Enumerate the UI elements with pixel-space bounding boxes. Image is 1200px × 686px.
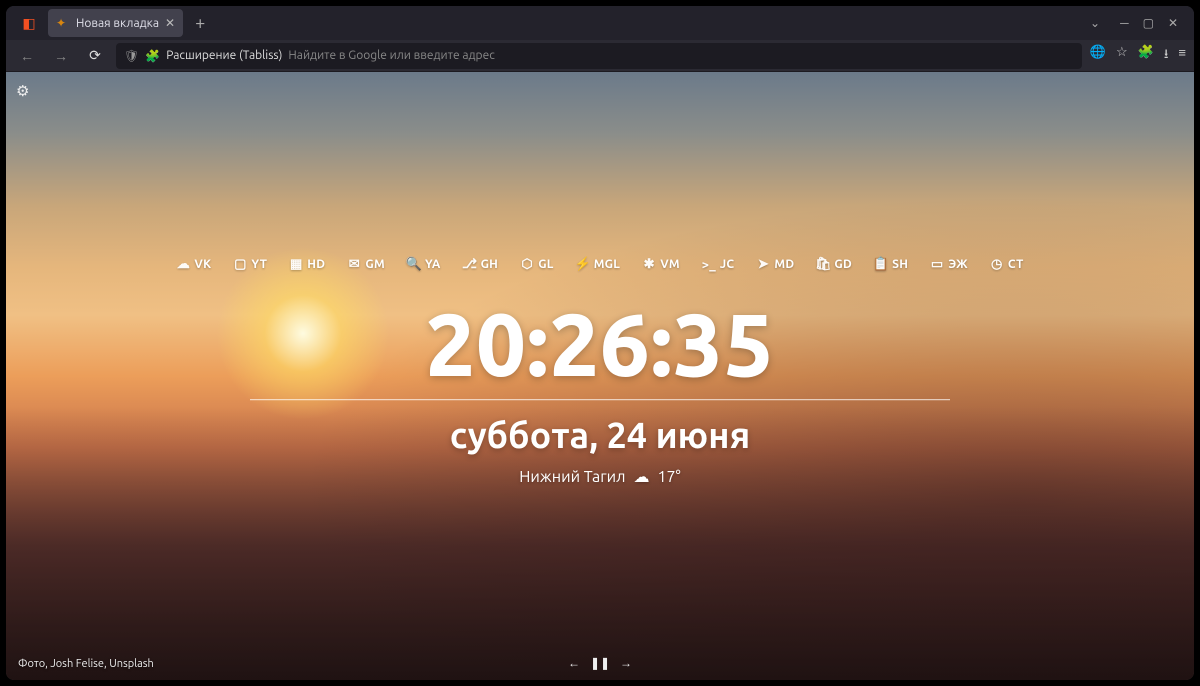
- grid-icon: ▦: [289, 257, 303, 272]
- tab-title: Новая вкладка: [76, 17, 159, 30]
- new-tab-content: ⚙ ☁ VK ▢ YT ▦ HD ✉ GM 🔍 YA ⎇ GH ⬡ GL ⚡ MGL ✱ VM >_ JC ➤ MD 🛍 GD…: [6, 72, 1194, 680]
- quick-link-label: GL: [538, 258, 554, 271]
- quick-link-label: VM: [660, 258, 680, 271]
- divider: [250, 399, 950, 400]
- quick-link-эж[interactable]: ▭ ЭЖ: [930, 257, 968, 272]
- date-display: суббота, 24 июня: [450, 414, 750, 455]
- book-icon: ▭: [930, 257, 944, 272]
- tab-bar: ◧ ✦ Новая вкладка ✕ + ⌄ ─ ▢ ✕: [6, 6, 1194, 40]
- clock-icon: ◷: [990, 257, 1004, 272]
- play-icon: ▢: [233, 257, 247, 272]
- quick-link-hd[interactable]: ▦ HD: [289, 257, 325, 272]
- back-button[interactable]: ←: [14, 48, 40, 64]
- extensions-icon[interactable]: 🧩: [1138, 45, 1154, 67]
- weather-temp: 17°: [658, 468, 681, 486]
- weather-cloud-icon: ☁: [634, 467, 650, 486]
- quick-link-label: YT: [251, 258, 267, 271]
- tab-overflow: ⌄: [1080, 16, 1110, 30]
- translate-icon[interactable]: 🌐: [1090, 45, 1106, 67]
- weather-location: Нижний Тагил: [519, 468, 625, 486]
- quick-link-jc[interactable]: >_ JC: [702, 257, 735, 272]
- clock-display: 20:26:35: [425, 294, 774, 393]
- app-icon: ◧: [18, 12, 40, 34]
- quick-link-md[interactable]: ➤ MD: [756, 257, 794, 272]
- quick-link-label: MD: [774, 258, 794, 271]
- new-tab-button[interactable]: +: [185, 13, 215, 33]
- search-icon: 🔍: [407, 257, 421, 272]
- github-icon: ⎇: [463, 257, 477, 272]
- close-window-button[interactable]: ✕: [1168, 16, 1178, 30]
- term-icon: >_: [702, 258, 716, 272]
- background-controls: ← ❚❚ →: [568, 656, 632, 670]
- quick-link-ya[interactable]: 🔍 YA: [407, 257, 441, 272]
- bookmark-star-icon[interactable]: ☆: [1116, 45, 1128, 67]
- quick-link-yt[interactable]: ▢ YT: [233, 257, 267, 272]
- quick-link-label: CT: [1008, 258, 1024, 271]
- send-icon: ➤: [756, 257, 770, 272]
- quick-link-gm[interactable]: ✉ GM: [347, 257, 385, 272]
- quick-link-label: ЭЖ: [948, 258, 968, 271]
- minimize-button[interactable]: ─: [1120, 16, 1129, 30]
- photo-credit: Фото, Josh Felise, Unsplash: [18, 658, 154, 670]
- toolbar: ← → ⟳ 🛡 🧩 Расширение (Tabliss) Найдите в…: [6, 40, 1194, 72]
- forward-button[interactable]: →: [48, 48, 74, 64]
- quick-link-gl[interactable]: ⬡ GL: [520, 257, 554, 272]
- next-background-icon[interactable]: →: [620, 656, 632, 670]
- quick-links-row: ☁ VK ▢ YT ▦ HD ✉ GM 🔍 YA ⎇ GH ⬡ GL ⚡ MGL ✱ VM >_ JC ➤ MD 🛍 GD 📋 S…: [176, 257, 1023, 272]
- reload-button[interactable]: ⟳: [82, 47, 108, 64]
- quick-link-gd[interactable]: 🛍 GD: [816, 257, 852, 272]
- menu-icon[interactable]: ≡: [1178, 45, 1186, 67]
- gitlab-icon: ⬡: [520, 257, 534, 272]
- quick-link-mgl[interactable]: ⚡ MGL: [576, 257, 620, 272]
- mail-icon: ✉: [347, 257, 361, 272]
- quick-link-label: VK: [194, 258, 211, 271]
- cloud-icon: ☁: [176, 257, 190, 272]
- quick-link-label: GM: [365, 258, 385, 271]
- quick-link-label: GD: [834, 258, 852, 271]
- quick-link-sh[interactable]: 📋 SH: [874, 257, 908, 272]
- pause-background-icon[interactable]: ❚❚: [590, 656, 610, 670]
- tab-favicon-icon: ✦: [56, 16, 70, 30]
- quick-link-label: MGL: [594, 258, 620, 271]
- maximize-button[interactable]: ▢: [1143, 16, 1154, 30]
- quick-link-label: GH: [481, 258, 499, 271]
- quick-link-vm[interactable]: ✱ VM: [642, 257, 680, 272]
- slack-icon: ✱: [642, 257, 656, 272]
- address-bar[interactable]: 🛡 🧩 Расширение (Tabliss) Найдите в Googl…: [116, 43, 1082, 69]
- clip-icon: 📋: [874, 257, 888, 272]
- tab-list-chevron-icon[interactable]: ⌄: [1090, 16, 1100, 30]
- prev-background-icon[interactable]: ←: [568, 656, 580, 670]
- shield-icon[interactable]: 🛡: [124, 49, 139, 63]
- extension-icon: 🧩: [145, 49, 160, 63]
- browser-tab[interactable]: ✦ Новая вкладка ✕: [48, 9, 183, 37]
- quick-link-gh[interactable]: ⎇ GH: [463, 257, 499, 272]
- settings-gear-icon[interactable]: ⚙: [16, 82, 29, 100]
- quick-link-ct[interactable]: ◷ CT: [990, 257, 1024, 272]
- extension-label: Расширение (Tabliss): [166, 49, 282, 62]
- quick-link-label: SH: [892, 258, 908, 271]
- quick-link-label: YA: [425, 258, 441, 271]
- weather-display: Нижний Тагил ☁ 17°: [519, 467, 680, 486]
- bag-icon: 🛍: [816, 257, 830, 272]
- quick-link-label: HD: [307, 258, 325, 271]
- downloads-icon[interactable]: ⭳: [1164, 45, 1169, 67]
- quick-link-vk[interactable]: ☁ VK: [176, 257, 211, 272]
- bolt-icon: ⚡: [576, 257, 590, 272]
- urlbar-placeholder: Найдите в Google или введите адрес: [288, 49, 494, 62]
- close-tab-icon[interactable]: ✕: [165, 16, 175, 30]
- quick-link-label: JC: [720, 258, 735, 271]
